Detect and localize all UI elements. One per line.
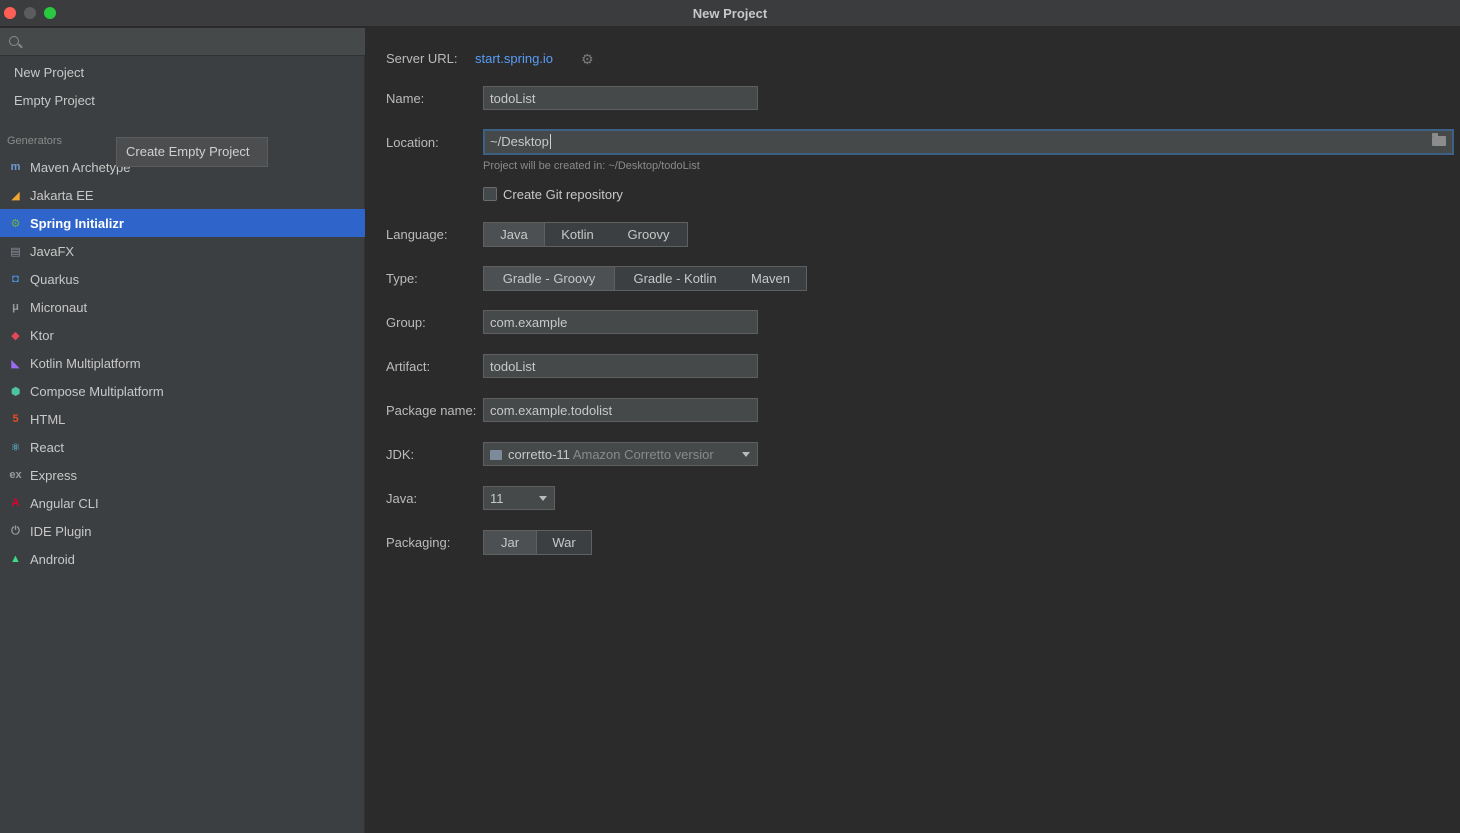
generator-item-label: Android <box>30 551 75 567</box>
chevron-down-icon <box>539 496 547 501</box>
type-option-maven[interactable]: Maven <box>735 267 806 290</box>
java-version-dropdown[interactable]: 11 <box>483 486 555 510</box>
angular-icon: A <box>11 497 20 509</box>
package-name-label: Package name: <box>386 403 477 418</box>
packaging-option-jar[interactable]: Jar <box>484 531 537 554</box>
generator-item-label: JavaFX <box>30 243 75 259</box>
type-label: Type: <box>386 271 418 286</box>
jdk-dropdown[interactable]: corretto-11 Amazon Corretto versior <box>483 442 758 466</box>
generator-item-label: Ktor <box>30 327 54 343</box>
type-selector: Gradle - Groovy Gradle - Kotlin Maven <box>483 266 807 291</box>
package-name-field[interactable]: com.example.todolist <box>483 398 758 422</box>
generator-item-plugin[interactable]: ⏻ IDE Plugin <box>0 517 365 545</box>
generator-item-label: React <box>30 439 64 455</box>
generator-item-label: Angular CLI <box>30 495 99 511</box>
plugin-icon: ⏻ <box>11 524 20 537</box>
java-label: Java: <box>386 491 418 506</box>
artifact-field[interactable]: todoList <box>483 354 758 378</box>
kotlin-icon: ◣ <box>11 357 20 370</box>
javafx-icon: ▤ <box>10 245 21 258</box>
generator-item-label: Kotlin Multiplatform <box>30 355 141 371</box>
generator-item-android[interactable]: ▲ Android <box>0 545 365 573</box>
android-icon: ▲ <box>10 553 21 565</box>
jdk-detail: Amazon Corretto versior <box>572 447 714 462</box>
generator-item-label: HTML <box>30 411 66 427</box>
jakarta-icon: ◢ <box>11 189 20 202</box>
generator-item-quarkus[interactable]: ◘ Quarkus <box>0 265 365 293</box>
search-icon <box>9 36 19 46</box>
generators-section-label: Generators <box>7 135 63 147</box>
jdk-label: JDK: <box>386 447 415 462</box>
tooltip: Create Empty Project <box>116 137 268 167</box>
group-field[interactable]: com.example <box>483 310 758 334</box>
packaging-option-war[interactable]: War <box>537 531 591 554</box>
jdk-folder-icon <box>490 450 502 460</box>
generator-item-micronaut[interactable]: μ Micronaut <box>0 293 365 321</box>
generator-item-javafx[interactable]: ▤ JavaFX <box>0 237 365 265</box>
language-option-java[interactable]: Java <box>484 223 545 246</box>
name-field[interactable]: todoList <box>483 86 758 110</box>
search-input[interactable] <box>26 32 356 52</box>
folder-icon[interactable] <box>1432 133 1446 146</box>
empty-project-item[interactable]: Empty Project <box>14 93 95 108</box>
language-selector: Java Kotlin Groovy <box>483 222 688 247</box>
generator-item-label: Jakarta EE <box>30 187 94 203</box>
location-hint: Project will be created in: ~/Desktop/to… <box>483 160 700 172</box>
packaging-selector: Jar War <box>483 530 592 555</box>
quarkus-icon: ◘ <box>12 273 19 285</box>
location-label: Location: <box>386 135 439 150</box>
micronaut-icon: μ <box>12 301 19 313</box>
generator-item-label: Spring Initializr <box>30 215 124 231</box>
generator-item-compose[interactable]: ⬢ Compose Multiplatform <box>0 377 365 405</box>
language-option-groovy[interactable]: Groovy <box>610 223 687 246</box>
generator-item-kotlin[interactable]: ◣ Kotlin Multiplatform <box>0 349 365 377</box>
ktor-icon: ◆ <box>11 329 20 342</box>
generators-list: m Maven Archetype ◢ Jakarta EE ⚙ Spring Initi… <box>0 153 365 573</box>
html-icon: 5 <box>12 413 19 425</box>
server-url-link[interactable]: start.spring.io <box>475 51 553 66</box>
generator-item-spring[interactable]: ⚙ Spring Initializr <box>0 209 365 237</box>
git-checkbox[interactable] <box>483 187 497 201</box>
text-cursor <box>549 134 551 149</box>
compose-icon: ⬢ <box>10 385 21 398</box>
gear-icon[interactable]: ⚙ <box>581 51 594 68</box>
search-bar <box>0 28 365 56</box>
generator-item-label: IDE Plugin <box>30 523 92 539</box>
generator-item-label: Express <box>30 467 77 483</box>
generator-item-express[interactable]: ex Express <box>0 461 365 489</box>
generator-item-label: Compose Multiplatform <box>30 383 164 399</box>
packaging-label: Packaging: <box>386 535 451 550</box>
window-title: New Project <box>692 6 768 21</box>
express-icon: ex <box>9 469 22 481</box>
generator-item-angular[interactable]: A Angular CLI <box>0 489 365 517</box>
java-version-value: 11 <box>490 491 504 506</box>
sidebar: New Project Empty Project Generators m Ma… <box>0 28 365 833</box>
group-label: Group: <box>386 315 426 330</box>
generator-item-ktor[interactable]: ◆ Ktor <box>0 321 365 349</box>
project-settings-form: Server URL: start.spring.io ⚙ Name: todo… <box>366 28 1460 833</box>
title-bar: New Project <box>0 0 1460 27</box>
generator-item-label: Micronaut <box>30 299 88 315</box>
location-field[interactable]: ~/Desktop <box>483 129 1454 155</box>
artifact-label: Artifact: <box>386 359 431 374</box>
spring-icon: ⚙ <box>10 217 21 230</box>
git-checkbox-label[interactable]: Create Git repository <box>503 187 623 202</box>
server-url-label: Server URL: <box>386 51 458 66</box>
react-icon: ⚛ <box>10 441 21 454</box>
generator-item-html[interactable]: 5 HTML <box>0 405 365 433</box>
language-label: Language: <box>386 227 448 242</box>
generator-item-label: Quarkus <box>30 271 80 287</box>
name-label: Name: <box>386 91 425 106</box>
generator-item-jakarta[interactable]: ◢ Jakarta EE <box>0 181 365 209</box>
maven-icon: m <box>10 161 21 173</box>
location-value: ~/Desktop <box>490 134 549 149</box>
language-option-kotlin[interactable]: Kotlin <box>545 223 610 246</box>
jdk-name: corretto-11 <box>508 447 570 462</box>
type-option-gradle-kotlin[interactable]: Gradle - Kotlin <box>615 267 735 290</box>
generator-item-react[interactable]: ⚛ React <box>0 433 365 461</box>
new-project-item[interactable]: New Project <box>14 65 84 80</box>
type-option-gradle-groovy[interactable]: Gradle - Groovy <box>484 267 615 290</box>
chevron-down-icon <box>742 452 750 457</box>
